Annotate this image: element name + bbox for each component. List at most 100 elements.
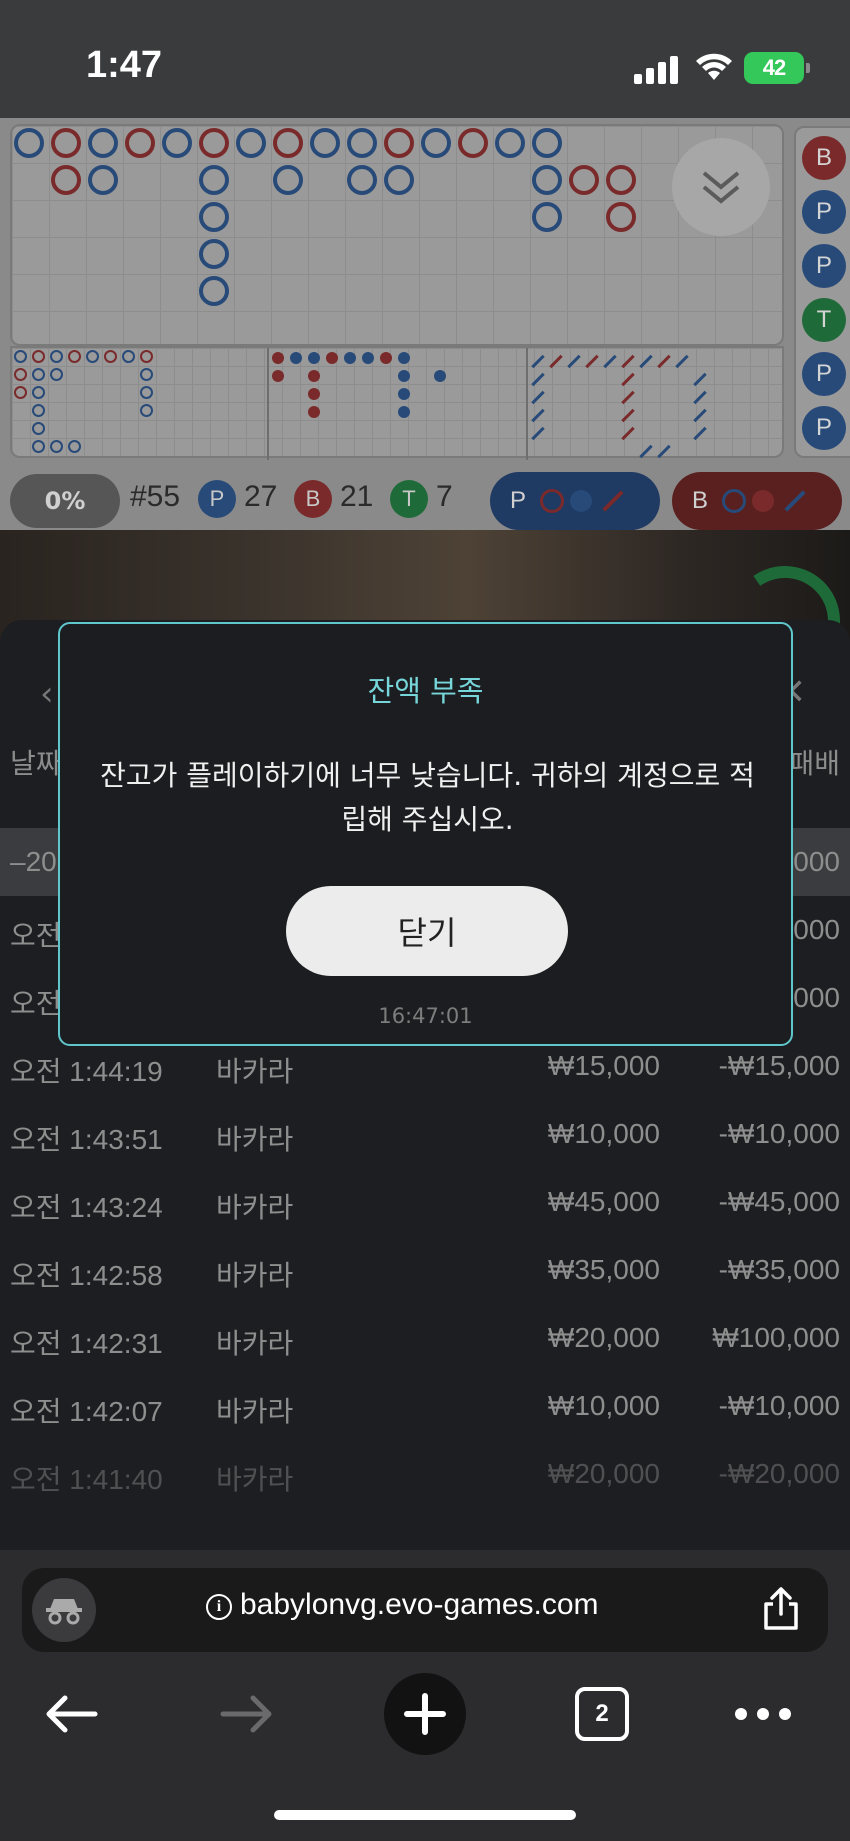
close-button[interactable]: 닫기	[286, 886, 568, 976]
road-mark	[122, 350, 135, 363]
page: 1:47 42 B P P T P P 0% #55 P 27 B 21 T 7…	[0, 0, 850, 1841]
tabs-button[interactable]: 2	[572, 1674, 632, 1754]
tie-badge: T	[390, 480, 428, 518]
row-time: 오전 1:43:51	[10, 1124, 163, 1155]
site-info-icon[interactable]: i	[206, 1594, 232, 1620]
row-game: 바카라	[216, 1396, 294, 1427]
chevron-double-down-icon	[702, 171, 740, 204]
table-row[interactable]: 오전 1:42:07 바카라 ₩10,000 -₩10,000	[0, 1372, 850, 1440]
row-time: 오전 1:44:19	[10, 1056, 163, 1087]
bead-label: P	[802, 190, 846, 234]
row-game: 바카라	[216, 1260, 294, 1291]
back-button[interactable]	[36, 1674, 106, 1754]
banker-ask-label: B	[692, 487, 709, 514]
home-indicator	[274, 1810, 576, 1820]
row-bet: ₩10,000	[547, 1118, 660, 1149]
road-mark	[50, 368, 63, 381]
road-mark	[398, 388, 410, 400]
table-row[interactable]: 오전 1:43:51 바카라 ₩10,000 -₩10,000	[0, 1100, 850, 1168]
row-bet: ₩20,000	[547, 1458, 660, 1489]
table-row[interactable]: 오전 1:42:31 바카라 ₩20,000 ₩100,000	[0, 1304, 850, 1372]
insufficient-balance-dialog: 잔액 부족 잔고가 플레이하기에 너무 낮습니다. 귀하의 계정으로 적립해 주…	[58, 622, 793, 1046]
slash-icon	[784, 490, 806, 512]
road-mark	[86, 350, 99, 363]
row-time: 오전 1:42:58	[10, 1260, 163, 1291]
row-time: 오전 1:42:07	[10, 1396, 163, 1427]
banker-ask-button[interactable]: B	[672, 472, 842, 530]
road-mark	[273, 128, 303, 158]
road-mark	[458, 128, 488, 158]
more-icon	[735, 1708, 791, 1720]
dialog-timestamp: 16:47:01	[378, 1004, 473, 1028]
road-mark	[50, 440, 63, 453]
road-mark	[140, 350, 153, 363]
road-mark	[199, 128, 229, 158]
row-time: –20	[10, 846, 57, 877]
tab-count: 2	[575, 1687, 629, 1741]
road-mark	[308, 406, 320, 418]
bead-label: B	[802, 136, 846, 180]
road-mark	[434, 370, 446, 382]
row-time: 오전 1:42:31	[10, 1328, 163, 1359]
collapse-roadmap-button[interactable]	[672, 138, 770, 236]
player-ask-button[interactable]: P	[490, 472, 660, 530]
tie-count: 7	[436, 480, 453, 513]
row-game: 바카라	[216, 1124, 294, 1155]
back-arrow-icon[interactable]: ‹	[40, 674, 54, 714]
arrow-right-icon	[220, 1695, 272, 1733]
url-text: babylonvg.evo-games.com	[240, 1588, 599, 1621]
road-mark	[308, 370, 320, 382]
win-percentage: 0%	[10, 474, 120, 528]
bead-label: P	[802, 406, 846, 450]
road-mark	[14, 368, 27, 381]
row-result: -₩10,000	[718, 1390, 840, 1421]
more-button[interactable]	[728, 1674, 798, 1754]
road-mark	[68, 440, 81, 453]
road-mark	[344, 352, 356, 364]
bead-label: P	[802, 244, 846, 288]
dot-icon	[570, 490, 593, 512]
private-browsing-icon[interactable]	[32, 1578, 96, 1642]
road-mark	[398, 406, 410, 418]
road-mark	[199, 276, 229, 306]
row-bet: ₩35,000	[547, 1254, 660, 1285]
roadmap-panel: B P P T P P 0% #55 P 27 B 21 T 7 P B	[0, 118, 850, 530]
road-mark	[140, 368, 153, 381]
row-time: 오전 1:43:24	[10, 1192, 163, 1223]
bead-label: P	[802, 352, 846, 396]
row-result: 000	[793, 982, 840, 1013]
road-mark	[606, 202, 636, 232]
column-payout: 패배	[788, 747, 840, 780]
forward-button[interactable]	[212, 1674, 282, 1754]
road-mark	[32, 350, 45, 363]
road-mark	[384, 128, 414, 158]
table-row[interactable]: 오전 1:43:24 바카라 ₩45,000 -₩45,000	[0, 1168, 850, 1236]
row-bet: ₩10,000	[547, 1390, 660, 1421]
road-mark	[421, 128, 451, 158]
table-row[interactable]: 오전 1:41:40 바카라 ₩20,000 -₩20,000	[0, 1440, 850, 1508]
road-mark	[32, 404, 45, 417]
row-time: 오전	[10, 920, 62, 951]
row-result: 000	[793, 846, 840, 877]
share-icon[interactable]	[756, 1584, 806, 1634]
road-mark	[199, 202, 229, 232]
road-mark	[68, 350, 81, 363]
address-bar[interactable]: i babylonvg.evo-games.com	[22, 1568, 828, 1652]
column-date: 날짜	[10, 747, 62, 780]
row-result: -₩15,000	[718, 1050, 840, 1081]
table-row[interactable]: 오전 1:42:58 바카라 ₩35,000 -₩35,000	[0, 1236, 850, 1304]
road-mark	[32, 422, 45, 435]
road-mark	[50, 350, 63, 363]
row-result: ₩100,000	[712, 1322, 840, 1353]
dialog-message: 잔고가 플레이하기에 너무 낮습니다. 귀하의 계정으로 적립해 주십시오.	[100, 759, 755, 836]
new-tab-button[interactable]	[384, 1673, 466, 1755]
row-result: 000	[793, 914, 840, 945]
roadmap-stats: 0% #55 P 27 B 21 T 7 P B	[0, 466, 850, 530]
road-mark	[398, 370, 410, 382]
road-mark	[606, 165, 636, 195]
road-mark	[32, 368, 45, 381]
road-mark	[88, 128, 118, 158]
bead-label: T	[802, 298, 846, 342]
road-mark	[495, 128, 525, 158]
row-time: 오전	[10, 988, 62, 1019]
